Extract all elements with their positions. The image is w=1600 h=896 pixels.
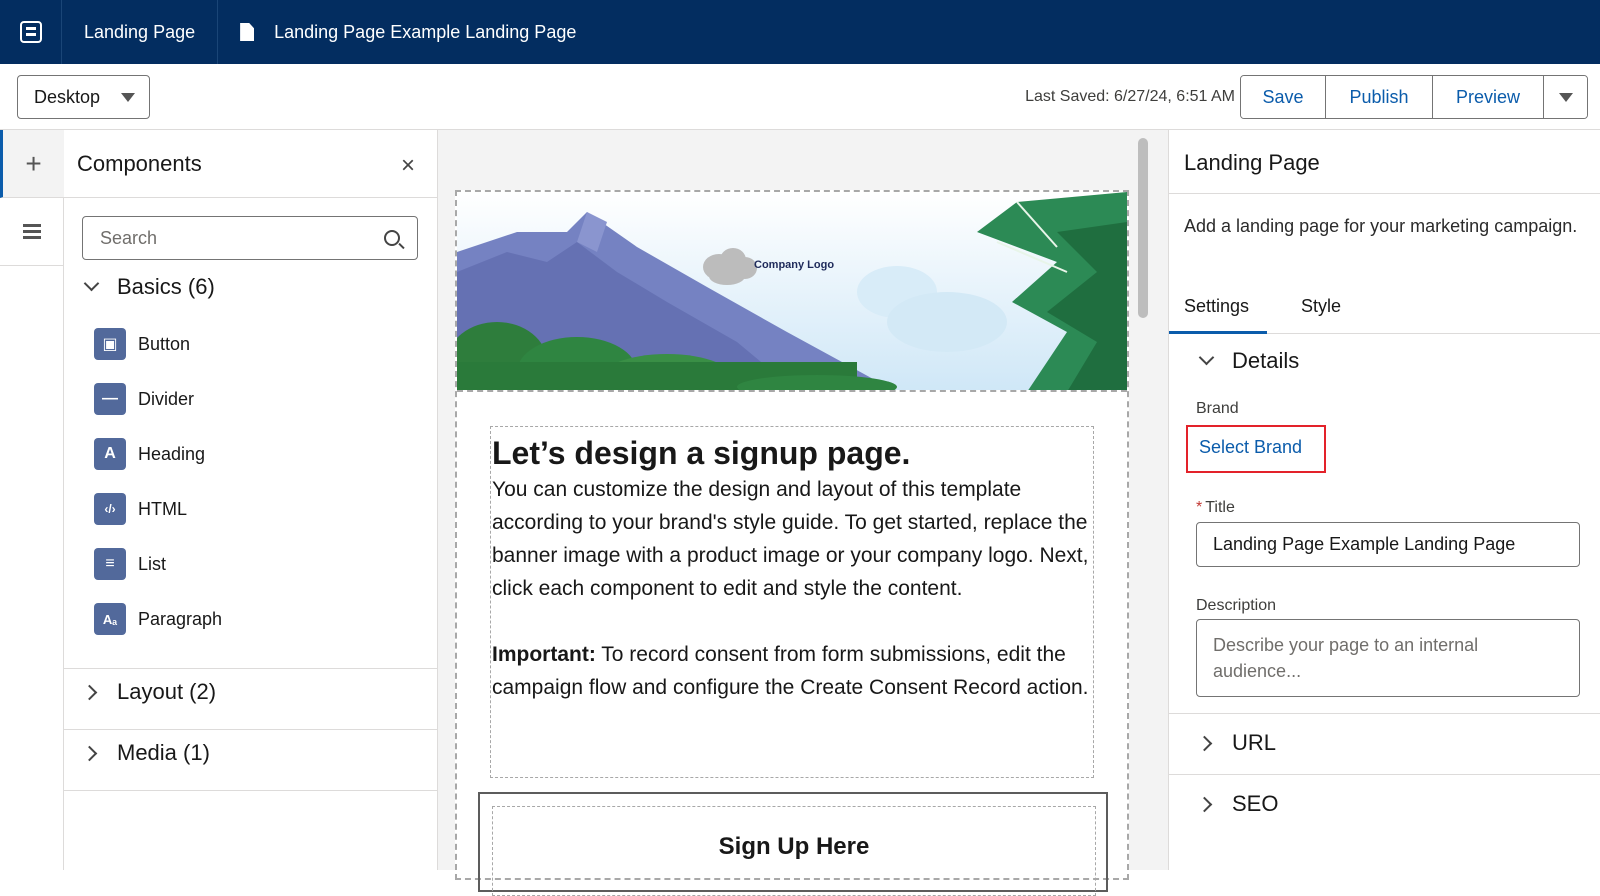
accordion-label: URL (1232, 730, 1277, 755)
divider-component-icon: — (94, 383, 126, 415)
device-select[interactable]: Desktop (17, 75, 150, 119)
landing-page-preview: Company Logo Let’s design a signup page.… (455, 190, 1129, 896)
search-icon (384, 230, 400, 246)
accordion-label: SEO (1232, 791, 1279, 816)
code-component-icon: ‹/› (94, 493, 126, 525)
important-paragraph: Important: To record consent from form s… (492, 638, 1093, 704)
nav-tab-landing-page[interactable]: Landing Page (62, 0, 219, 64)
page-canvas[interactable]: Company Logo Let’s design a signup page.… (438, 130, 1168, 896)
component-button[interactable]: ▣ Button (94, 328, 190, 360)
chevron-right-icon (81, 745, 98, 761)
description-textarea[interactable]: Describe your page to an internal audien… (1196, 619, 1580, 697)
tab-style[interactable]: Style (1301, 286, 1341, 334)
component-paragraph[interactable]: Aₐ Paragraph (94, 603, 222, 635)
nav-tab-current-page[interactable]: Landing Page Example Landing Page (218, 0, 598, 64)
divider (64, 668, 438, 669)
chevron-right-icon (1196, 735, 1213, 751)
divider (1169, 713, 1600, 714)
properties-description: Add a landing page for your marketing ca… (1184, 216, 1578, 236)
toolbar: Desktop Last Saved: 6/27/24, 6:51 AM Sav… (0, 64, 1600, 130)
chevron-down-icon (121, 93, 135, 102)
last-saved-text: Last Saved: 6/27/24, 6:51 AM (1025, 88, 1235, 105)
app-launcher-icon[interactable] (0, 0, 62, 64)
components-panel: Components × Search Basics (6) ▣ Button … (64, 130, 438, 870)
component-label: List (138, 553, 167, 574)
heading-component-icon: A (94, 438, 126, 470)
paragraph-component-icon: Aₐ (94, 603, 126, 635)
accordion-label: Details (1232, 348, 1300, 373)
description-label: Description (1196, 597, 1277, 614)
form-title: Sign Up Here (492, 806, 1096, 896)
divider (64, 729, 438, 730)
canvas-scrollbar[interactable] (1138, 138, 1148, 318)
component-list[interactable]: ≡ List (94, 548, 166, 580)
section-basics[interactable]: Basics (6) (82, 274, 215, 300)
brand-label: Brand (1196, 400, 1239, 417)
chevron-down-icon (83, 275, 100, 291)
list-component-icon: ≡ (94, 548, 126, 580)
banner-illustration (457, 192, 1127, 390)
title-label: * Title (1196, 499, 1235, 517)
chevron-right-icon (1196, 796, 1213, 812)
section-label: Layout (2) (117, 679, 217, 704)
title-input[interactable]: Landing Page Example Landing Page (1196, 522, 1580, 567)
component-html[interactable]: ‹/› HTML (94, 493, 187, 525)
left-rail: + (0, 130, 64, 870)
section-layout[interactable]: Layout (2) (81, 679, 217, 705)
components-header: Components × (64, 130, 437, 198)
document-icon (240, 23, 255, 41)
section-label: Basics (6) (117, 274, 215, 299)
properties-title: Landing Page (1169, 130, 1600, 194)
top-nav-bar: Landing Page Landing Page Example Landin… (0, 0, 1600, 64)
chevron-right-icon (81, 684, 98, 700)
important-label: Important: (492, 643, 596, 666)
company-logo-text: Company Logo (754, 259, 835, 271)
component-heading[interactable]: A Heading (94, 438, 205, 470)
publish-button[interactable]: Publish (1326, 76, 1433, 118)
save-button[interactable]: Save (1241, 76, 1326, 118)
intro-paragraph: You can customize the design and layout … (492, 478, 1089, 600)
device-select-value: Desktop (34, 86, 101, 107)
seo-accordion[interactable]: SEO (1196, 791, 1279, 817)
section-media[interactable]: Media (1) (81, 740, 210, 766)
search-input[interactable]: Search (82, 216, 418, 260)
more-actions-button[interactable] (1544, 76, 1587, 118)
properties-tabs: Settings Style (1169, 286, 1600, 334)
properties-panel: Landing Page Add a landing page for your… (1168, 130, 1600, 870)
action-button-group: Save Publish Preview (1240, 75, 1588, 119)
component-label: Divider (138, 388, 195, 409)
outline-button[interactable] (0, 198, 64, 266)
text-block[interactable]: Let’s design a signup page. You can cust… (490, 426, 1094, 778)
chevron-down-icon (1198, 349, 1215, 365)
page-heading: Let’s design a signup page. (492, 435, 911, 471)
banner-image[interactable]: Company Logo (457, 192, 1127, 392)
component-divider[interactable]: — Divider (94, 383, 194, 415)
plus-icon: + (25, 147, 42, 179)
component-label: Heading (138, 443, 206, 464)
url-accordion[interactable]: URL (1196, 730, 1277, 756)
button-component-icon: ▣ (94, 328, 126, 360)
required-marker: * (1196, 499, 1203, 516)
form-block[interactable]: Sign Up Here (478, 792, 1108, 896)
title-label-text: Title (1205, 499, 1235, 516)
section-label: Media (1) (117, 740, 210, 765)
search-placeholder: Search (100, 227, 158, 248)
chevron-down-icon (1558, 92, 1573, 102)
divider (1169, 774, 1600, 775)
close-icon[interactable]: × (401, 152, 415, 180)
component-label: HTML (138, 498, 187, 519)
list-icon (23, 223, 41, 240)
component-label: Button (138, 333, 191, 354)
divider (64, 790, 438, 791)
panel-title: Components (77, 150, 202, 176)
tab-settings[interactable]: Settings (1169, 286, 1268, 334)
component-label: Paragraph (138, 608, 223, 629)
details-accordion[interactable]: Details (1197, 348, 1299, 374)
nav-tab-label: Landing Page Example Landing Page (274, 21, 577, 42)
preview-button[interactable]: Preview (1433, 76, 1544, 118)
select-brand-link[interactable]: Select Brand (1186, 425, 1326, 473)
add-components-button[interactable]: + (0, 130, 64, 198)
nav-tab-label: Landing Page (84, 21, 196, 42)
